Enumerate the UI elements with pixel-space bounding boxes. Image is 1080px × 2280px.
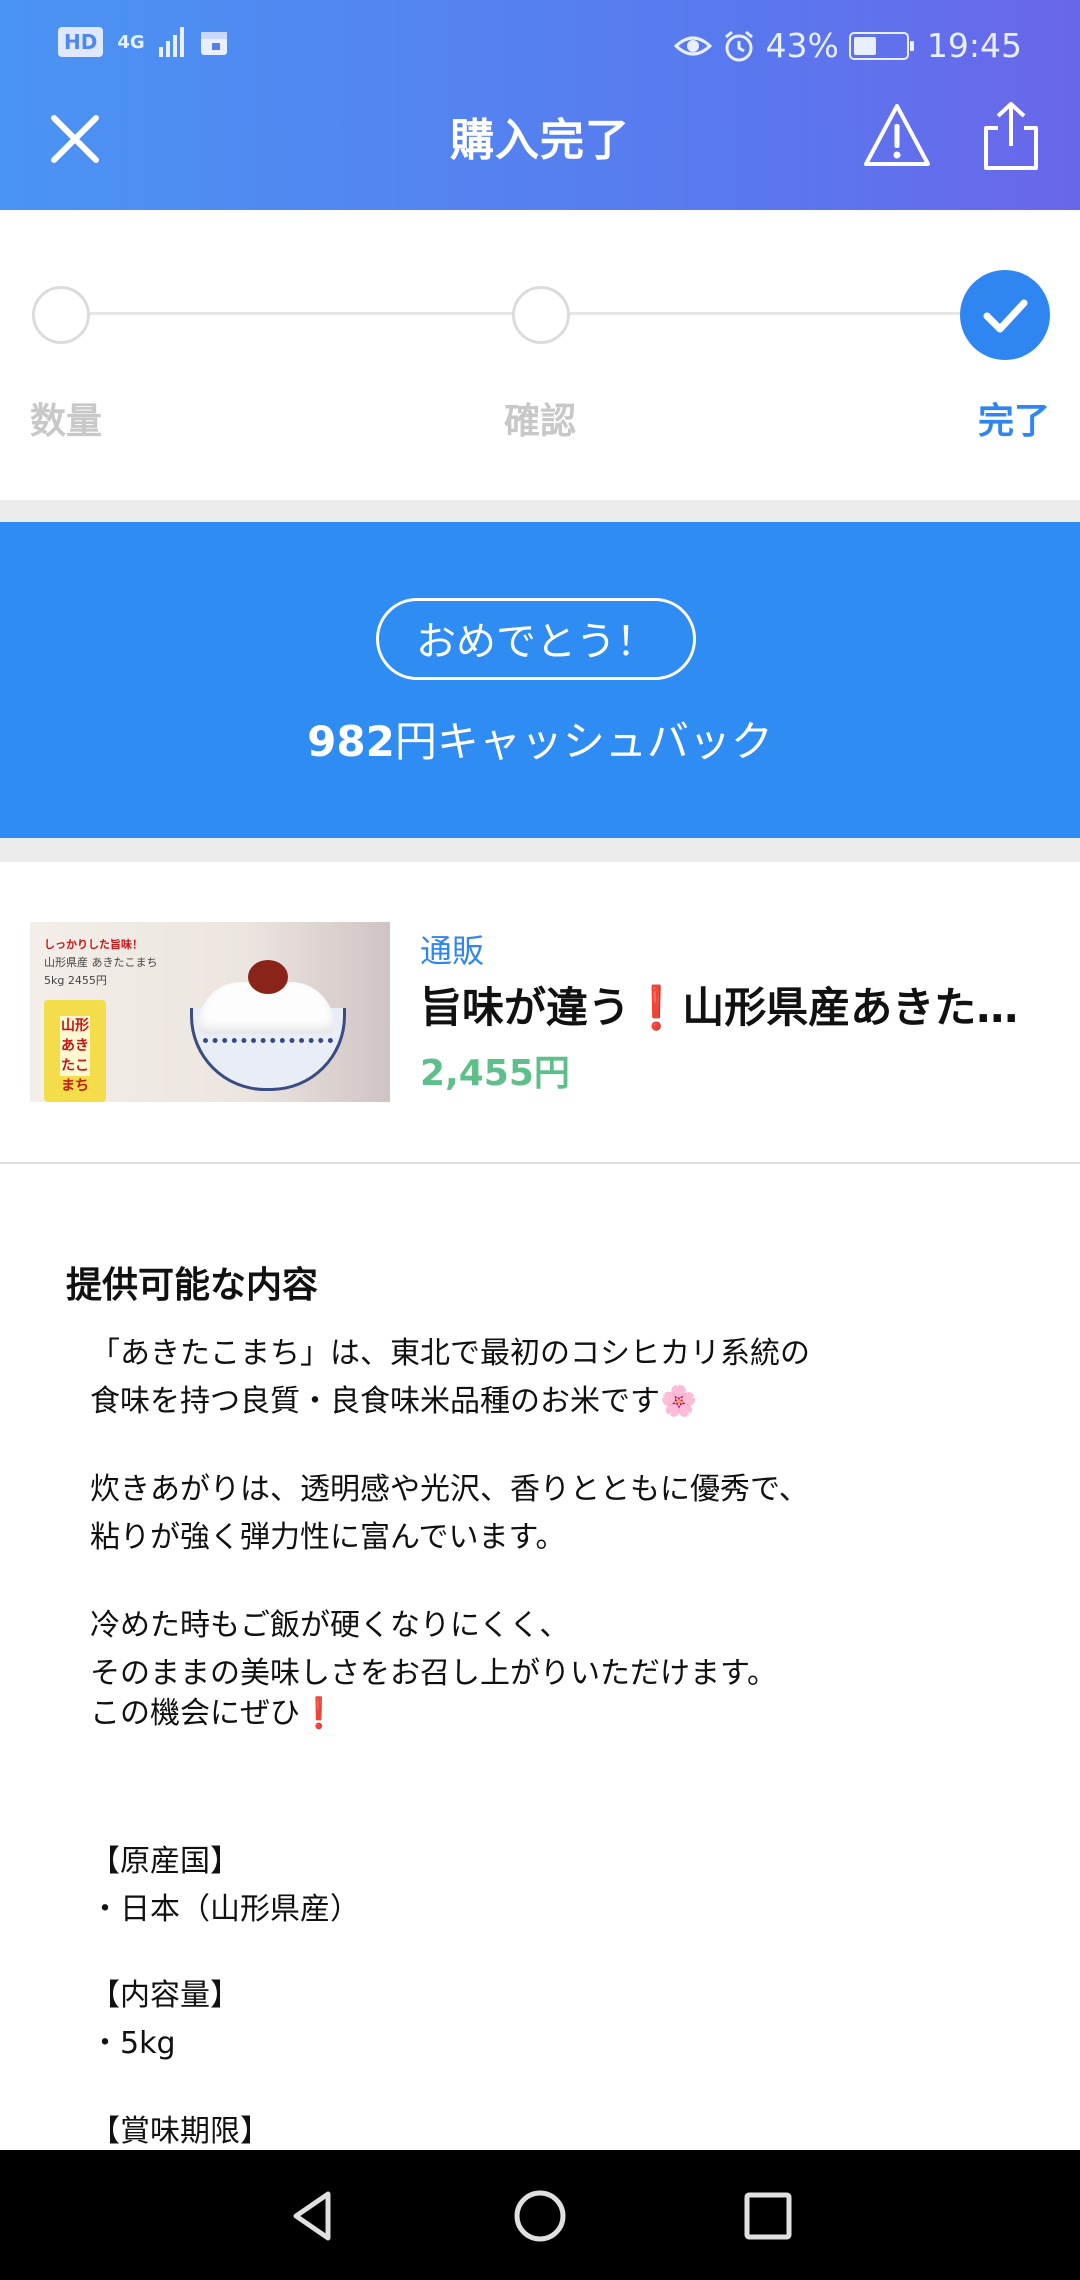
step-label-complete: 完了 — [978, 401, 1051, 442]
signal-icon — [158, 27, 184, 57]
clock: 19:45 — [926, 26, 1022, 65]
congrats-badge: おめでとう！ — [376, 598, 696, 680]
thumb-line2: 5kg 2455円 — [44, 974, 107, 987]
details-paragraph-3: 冷めた時もご飯が硬くなりにくく、 そのままの美味しさをお召し上がりいただけます。 — [90, 1608, 777, 1691]
details-origin: 【原産国】 ・日本（山形県産） — [90, 1844, 360, 1927]
status-bar: HD 4G 43% 19:45 — [58, 26, 1022, 66]
step-label-quantity: 数量 — [30, 401, 103, 442]
battery-icon — [848, 31, 914, 60]
stepper-line — [86, 312, 514, 315]
offer-details: 提供可能な内容 「あきたこまち」は、東北で最初のコシヒカリ系統の 食味を持つ良質… — [0, 1164, 1080, 2150]
product-price: 2,455円 — [420, 1053, 570, 1094]
system-nav-bar — [0, 2150, 1080, 2280]
cashback-amount: 982 — [307, 717, 395, 766]
thumb-tagline: しっかりした旨味！ — [44, 938, 143, 951]
section-divider — [0, 838, 1080, 862]
recents-icon[interactable] — [738, 2186, 798, 2246]
cherry-blossom-icon: 🌸 — [660, 1384, 698, 1419]
warning-icon[interactable] — [862, 102, 932, 168]
back-icon[interactable] — [282, 2186, 342, 2246]
battery-percent: 43% — [765, 26, 839, 65]
thumb-line1: 山形県産 あきたこまち — [44, 956, 158, 969]
hd-indicator: HD — [58, 27, 104, 57]
step-circle-quantity — [32, 286, 90, 344]
product-thumbnail[interactable]: しっかりした旨味！ 山形県産 あきたこまち 5kg 2455円 山形 あきたこま… — [30, 922, 390, 1102]
alarm-icon — [724, 30, 753, 61]
thumb-caption: しっかりした旨味！ 山形県産 あきたこまち 5kg 2455円 — [44, 936, 158, 990]
eye-icon — [673, 36, 712, 55]
details-heading: 提供可能な内容 — [66, 1265, 319, 1306]
progress-stepper: 数量 確認 完了 — [0, 210, 1080, 500]
section-divider — [0, 500, 1080, 522]
app-header: HD 4G 43% 19:45 購入完了 — [0, 0, 1080, 210]
details-volume: 【内容量】 ・5kg — [90, 1978, 240, 2061]
details-paragraph-1: 「あきたこまち」は、東北で最初のコシヒカリ系統の 食味を持つ良質・良食味米品種の… — [90, 1330, 810, 1426]
calendar-icon — [200, 32, 227, 55]
details-paragraph-2: 炊きあがりは、透明感や光沢、香りとともに優秀で、 粘りが強く弾力性に富んでいます… — [90, 1472, 809, 1555]
details-paragraph-4: この機会にぜひ❗ — [90, 1690, 337, 1738]
cashback-text: 円キャッシュバック — [394, 717, 773, 766]
step-label-confirm: 確認 — [504, 401, 577, 442]
rice-bag-label: 山形 あきたこまち — [60, 1016, 90, 1094]
step-circle-confirm — [512, 286, 570, 344]
stepper-line — [566, 312, 962, 315]
details-text-4: この機会にぜひ — [90, 1696, 300, 1731]
share-icon[interactable] — [978, 100, 1044, 172]
product-category: 通販 — [420, 932, 485, 970]
umeboshi-image — [248, 960, 288, 994]
home-icon[interactable] — [510, 2186, 570, 2246]
exclamation-icon: ❗ — [300, 1696, 338, 1731]
cashback-banner: おめでとう！ 982円キャッシュバック — [0, 522, 1080, 838]
step-check-icon — [960, 270, 1050, 360]
details-text-1: 「あきたこまち」は、東北で最初のコシヒカリ系統の 食味を持つ良質・良食味米品種の… — [90, 1336, 810, 1419]
rice-bag-image: 山形 あきたこまち — [44, 1000, 106, 1102]
product-name[interactable]: 旨味が違う❗山形県産あきたこまち — [420, 974, 1050, 1035]
network-indicator: 4G — [117, 31, 145, 53]
details-expiry: 【賞味期限】 — [90, 2114, 270, 2149]
cashback-message: 982円キャッシュバック — [0, 708, 1080, 769]
product-card[interactable]: しっかりした旨味！ 山形県産 あきたこまち 5kg 2455円 山形 あきたこま… — [0, 862, 1080, 1164]
